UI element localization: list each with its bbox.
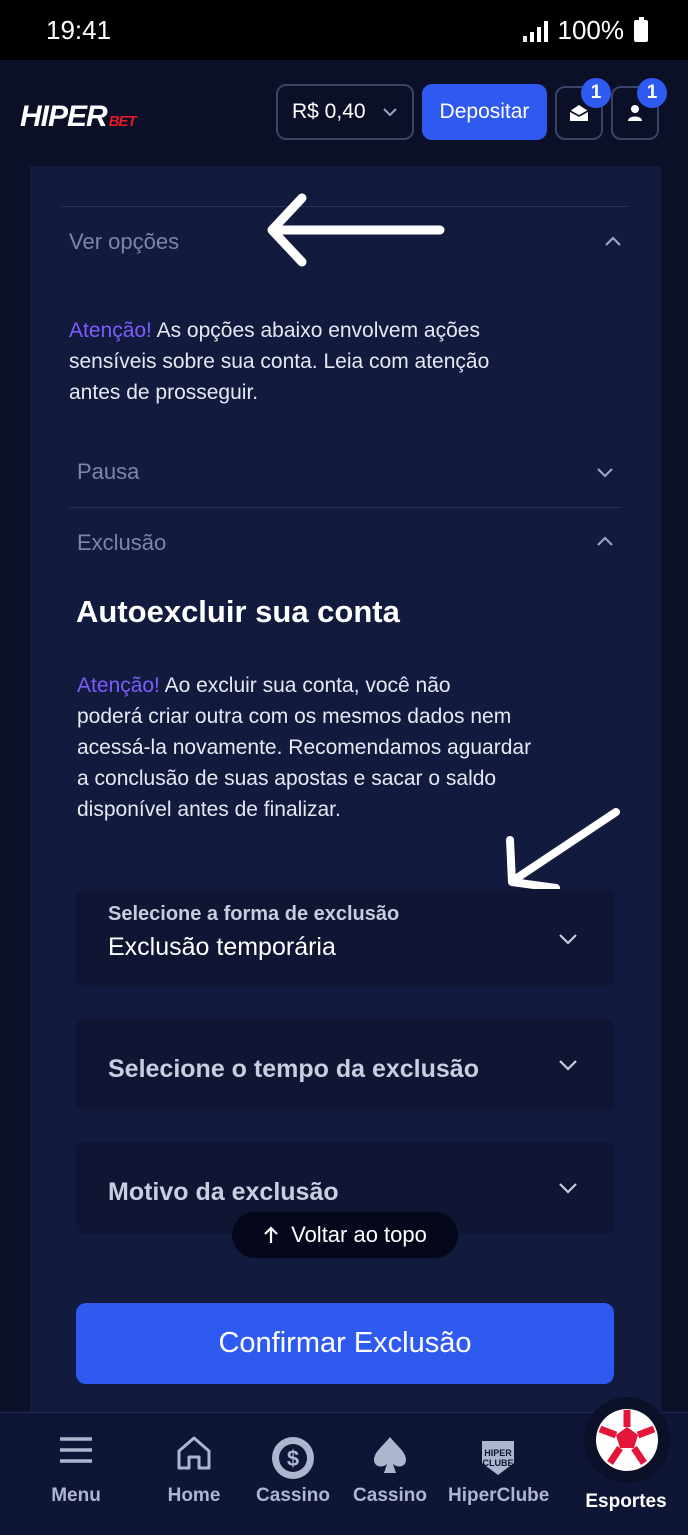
signal-icon bbox=[522, 20, 548, 42]
hiperclube-icon: HIPERCLUBE bbox=[482, 1441, 514, 1475]
exclusion-time-select[interactable]: Selecione o tempo da exclusão bbox=[76, 1019, 614, 1111]
exclusion-type-label: Selecione a forma de exclusão bbox=[108, 903, 400, 925]
chevron-down-icon[interactable] bbox=[596, 467, 614, 479]
attention-label: Atenção! bbox=[69, 319, 152, 342]
envelope-open-icon bbox=[569, 105, 589, 121]
chevron-down-icon bbox=[559, 1060, 577, 1071]
esportes-ball-wrapper bbox=[584, 1397, 670, 1483]
nav-label: HiperClube bbox=[448, 1485, 550, 1506]
status-time: 19:41 bbox=[46, 15, 112, 45]
messages-button[interactable]: 1 bbox=[555, 78, 611, 140]
nav-label: Cassino bbox=[256, 1485, 330, 1506]
soccer-ball-icon bbox=[596, 1409, 658, 1471]
svg-text:$: $ bbox=[287, 1446, 299, 1471]
profile-badge: 1 bbox=[637, 78, 667, 108]
logo-main-text: HIPER bbox=[20, 100, 108, 133]
hiperbet-logo[interactable]: HIPER BET bbox=[20, 100, 137, 134]
menu-icon bbox=[60, 1437, 92, 1463]
exclusion-time-placeholder: Selecione o tempo da exclusão bbox=[108, 1055, 479, 1083]
warning-line: disponível antes de finalizar. bbox=[77, 798, 341, 821]
nav-home[interactable]: Home bbox=[144, 1413, 244, 1535]
ver-opcoes-toggle[interactable]: Ver opções bbox=[69, 229, 179, 255]
options-warning: Atenção! As opções abaixo envolvem ações… bbox=[69, 315, 629, 408]
status-bar: 19:41 100% bbox=[0, 0, 688, 60]
nav-label: Cassino bbox=[353, 1485, 427, 1506]
warning-line: antes de prosseguir. bbox=[69, 381, 259, 404]
exclusao-toggle[interactable]: Exclusão bbox=[77, 530, 166, 556]
nav-label: Home bbox=[167, 1485, 221, 1506]
arrow-up-icon bbox=[264, 1226, 278, 1243]
app-header: HIPER BET R$ 0,40 Depositar 1 1 bbox=[0, 60, 688, 166]
battery-percent: 100% bbox=[557, 15, 625, 45]
bottom-nav: Menu Home $ Cassino Cassino HIPER CLUBE H… bbox=[0, 1397, 688, 1535]
logo-sub-text: BET bbox=[108, 113, 137, 130]
status-right: 100% bbox=[522, 15, 648, 46]
balance-value: R$ 0,40 bbox=[292, 100, 366, 123]
nav-cassino-chip[interactable]: $ Cassino bbox=[243, 1413, 343, 1535]
warning-line: As opções abaixo envolvem ações bbox=[156, 319, 480, 342]
svg-text:HIPER: HIPER bbox=[484, 1448, 512, 1458]
exclusion-title: Autoexcluir sua conta bbox=[76, 594, 400, 629]
chevron-down-icon bbox=[559, 934, 577, 945]
home-icon bbox=[177, 1436, 211, 1470]
balance-dropdown[interactable]: R$ 0,40 bbox=[276, 84, 414, 140]
user-icon bbox=[628, 105, 642, 121]
chevron-down-icon bbox=[559, 1183, 577, 1194]
warning-line: acessá-la novamente. Recomendamos aguard… bbox=[77, 736, 532, 759]
warning-line: a conclusão de suas apostas e sacar o sa… bbox=[77, 767, 497, 790]
chevron-down-icon bbox=[382, 108, 397, 117]
back-to-top-button[interactable]: Voltar ao topo bbox=[232, 1212, 458, 1258]
exclusion-reason-placeholder: Motivo da exclusão bbox=[108, 1178, 339, 1206]
casino-chip-icon: $ bbox=[272, 1437, 314, 1479]
arrow-down-left-annotation-icon bbox=[506, 808, 620, 892]
nav-hiperclube[interactable]: HIPER CLUBE HiperClube bbox=[448, 1413, 550, 1535]
attention-label: Atenção! bbox=[77, 674, 160, 697]
profile-button[interactable]: 1 bbox=[611, 78, 667, 140]
nav-cassino-spade[interactable]: Cassino bbox=[340, 1413, 440, 1535]
spade-icon bbox=[374, 1437, 406, 1473]
nav-label: Menu bbox=[51, 1485, 101, 1506]
messages-badge: 1 bbox=[581, 78, 611, 108]
nav-menu[interactable]: Menu bbox=[26, 1413, 126, 1535]
exclusion-type-select[interactable]: Selecione a forma de exclusão Exclusão t… bbox=[76, 889, 614, 987]
exclusion-type-value: Exclusão temporária bbox=[108, 933, 336, 961]
back-to-top-label: Voltar ao topo bbox=[291, 1222, 427, 1247]
deposit-button[interactable]: Depositar bbox=[422, 84, 547, 140]
warning-line: Ao excluir sua conta, você não bbox=[164, 674, 451, 697]
nav-esportes[interactable]: Esportes bbox=[576, 1397, 676, 1535]
chevron-up-icon[interactable] bbox=[604, 235, 622, 247]
svg-text:CLUBE: CLUBE bbox=[483, 1458, 514, 1468]
chevron-up-icon[interactable] bbox=[596, 535, 614, 547]
nav-label: Esportes bbox=[585, 1491, 667, 1512]
arrow-left-annotation-icon bbox=[267, 193, 445, 267]
confirm-exclusion-button[interactable]: Confirmar Exclusão bbox=[76, 1303, 614, 1384]
battery-icon bbox=[634, 16, 648, 42]
pausa-toggle[interactable]: Pausa bbox=[77, 459, 139, 485]
divider bbox=[69, 507, 621, 508]
warning-line: poderá criar outra com os mesmos dados n… bbox=[77, 705, 512, 728]
warning-line: sensíveis sobre sua conta. Leia com aten… bbox=[69, 350, 490, 373]
